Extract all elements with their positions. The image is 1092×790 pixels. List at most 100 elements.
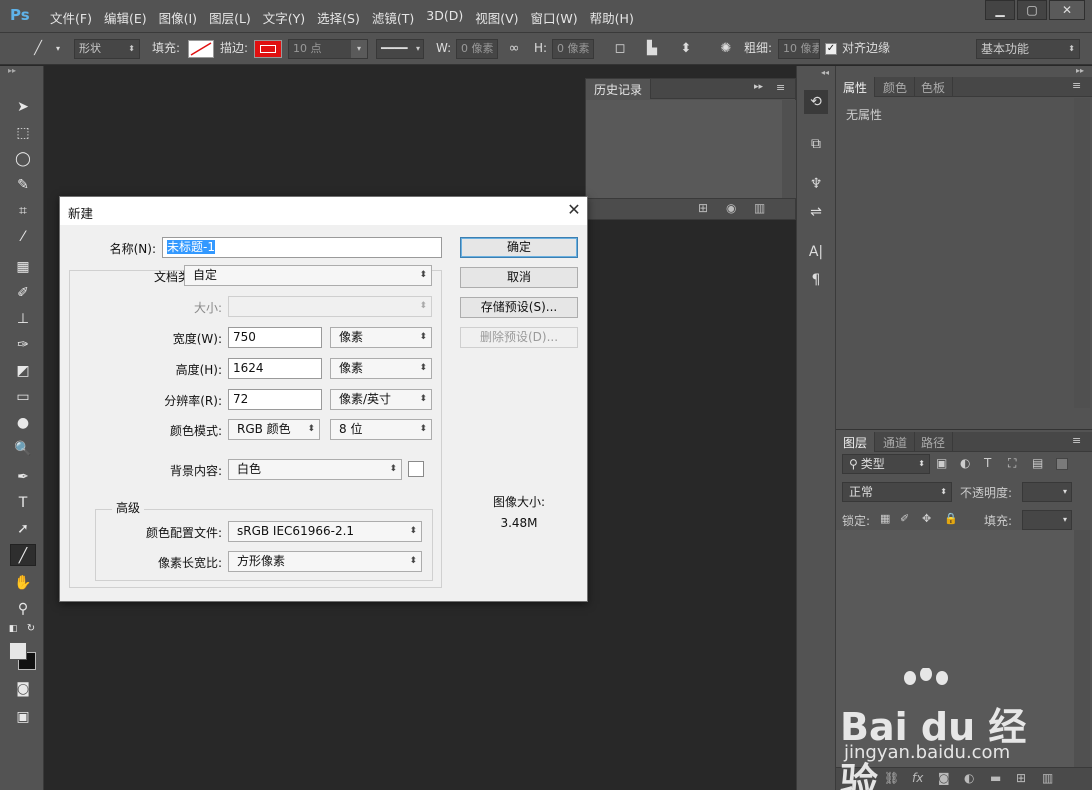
- lasso-tool-icon[interactable]: ◯: [10, 148, 36, 170]
- screen-mode-icon[interactable]: ▣: [10, 706, 36, 728]
- path-alignment-icon[interactable]: ▙: [642, 40, 662, 58]
- quick-mask-icon[interactable]: ◙: [10, 678, 36, 700]
- menu-edit[interactable]: 编辑(E): [98, 8, 153, 27]
- menu-type[interactable]: 文字(Y): [257, 8, 311, 27]
- color-profile-select[interactable]: sRGB IEC61966-2.1 ⬍: [228, 521, 422, 542]
- tab-paths[interactable]: 路径: [914, 432, 954, 452]
- move-tool-icon[interactable]: ➤: [10, 96, 36, 118]
- menu-file[interactable]: 文件(F): [44, 8, 98, 27]
- menu-view[interactable]: 视图(V): [469, 8, 524, 27]
- filter-shape-icon[interactable]: ⛶: [1008, 456, 1016, 471]
- props-collapse-icon[interactable]: ▸▸: [1076, 66, 1084, 75]
- actions-panel-icon[interactable]: ⧉: [804, 132, 828, 156]
- character-panel-icon[interactable]: A|: [804, 240, 828, 264]
- width-unit-select[interactable]: 像素 ⬍: [330, 327, 432, 348]
- lock-all-icon[interactable]: 🔒: [944, 512, 958, 525]
- blur-tool-icon[interactable]: ●: [10, 412, 36, 434]
- adjustments-icon[interactable]: ⇌: [804, 200, 828, 224]
- maximize-button[interactable]: ▢: [1017, 0, 1047, 20]
- fill-input[interactable]: ▾: [1022, 510, 1072, 530]
- tab-layers[interactable]: 图层: [836, 432, 876, 452]
- menu-image[interactable]: 图像(I): [153, 8, 203, 27]
- close-icon[interactable]: ✕: [564, 200, 584, 220]
- paragraph-panel-icon[interactable]: ¶: [804, 268, 828, 292]
- mode-select[interactable]: 形状 ⬍: [74, 39, 140, 59]
- swap-colors-icon[interactable]: ↻: [24, 622, 38, 636]
- gradient-tool-icon[interactable]: ▭: [10, 386, 36, 408]
- filter-smart-object-icon[interactable]: ▤: [1032, 456, 1043, 470]
- gear-icon[interactable]: ✺: [716, 40, 736, 58]
- healing-brush-tool-icon[interactable]: ▦: [10, 256, 36, 278]
- layers-scrollbar[interactable]: [1074, 530, 1090, 767]
- minimize-button[interactable]: ▁: [985, 0, 1015, 20]
- background-color-swatch[interactable]: [408, 461, 424, 477]
- dodge-tool-icon[interactable]: 🔍: [10, 438, 36, 460]
- menu-select[interactable]: 选择(S): [311, 8, 366, 27]
- history-brush-tool-icon[interactable]: ✑: [10, 334, 36, 356]
- height-input[interactable]: 1624: [228, 358, 322, 379]
- lock-position-icon[interactable]: ✥: [922, 512, 931, 525]
- tab-properties[interactable]: 属性: [836, 77, 876, 97]
- stroke-type-select[interactable]: ━━━━ ▾: [376, 39, 424, 59]
- tab-color[interactable]: 颜色: [876, 77, 916, 97]
- history-scrollbar[interactable]: [782, 100, 796, 198]
- weight-input[interactable]: 10 像素: [778, 39, 820, 59]
- panel-menu-icon[interactable]: ≡: [776, 81, 785, 94]
- menu-filter[interactable]: 滤镜(T): [366, 8, 420, 27]
- delete-layer-icon[interactable]: ▥: [1042, 771, 1053, 785]
- tool-preset-dropdown-icon[interactable]: ▾: [48, 40, 68, 58]
- save-preset-button[interactable]: 存储预设(S)...: [460, 297, 578, 318]
- brush-presets-icon[interactable]: ♆: [804, 172, 828, 196]
- filter-toggle[interactable]: [1056, 458, 1068, 470]
- crop-tool-icon[interactable]: ⌗: [10, 200, 36, 222]
- marquee-tool-icon[interactable]: ⬚: [10, 122, 36, 144]
- path-operations-icon[interactable]: ◻: [610, 40, 630, 58]
- stroke-swatch[interactable]: [254, 40, 282, 58]
- menu-help[interactable]: 帮助(H): [584, 8, 640, 27]
- height-input[interactable]: 0 像素: [552, 39, 594, 59]
- brush-tool-icon[interactable]: ✐: [10, 282, 36, 304]
- blend-mode-select[interactable]: 正常 ⬍: [842, 482, 952, 502]
- default-colors-icon[interactable]: ◧: [6, 622, 20, 636]
- filter-pixel-icon[interactable]: ▣: [936, 456, 947, 470]
- toolbar-collapse-icon[interactable]: ▸▸: [0, 66, 43, 78]
- foreground-color-swatch[interactable]: [9, 642, 27, 660]
- eyedropper-tool-icon[interactable]: ⁄: [10, 226, 36, 248]
- type-tool-icon[interactable]: T: [10, 492, 36, 514]
- lock-transparent-icon[interactable]: ▦: [880, 512, 890, 525]
- tab-channels[interactable]: 通道: [876, 432, 916, 452]
- new-document-from-state-icon[interactable]: ⊞: [698, 201, 708, 215]
- layers-menu-icon[interactable]: ≡: [1072, 434, 1081, 447]
- menu-window[interactable]: 窗口(W): [525, 8, 584, 27]
- workspace-select[interactable]: 基本功能 ⬍: [976, 39, 1080, 59]
- tab-swatches[interactable]: 色板: [914, 77, 954, 97]
- eraser-tool-icon[interactable]: ◩: [10, 360, 36, 382]
- menu-layer[interactable]: 图层(L): [203, 8, 257, 27]
- stamp-tool-icon[interactable]: ⊥: [10, 308, 36, 330]
- pen-tool-icon[interactable]: ✒: [10, 466, 36, 488]
- camera-icon[interactable]: ◉: [726, 201, 736, 215]
- fill-swatch[interactable]: [188, 40, 214, 58]
- ok-button[interactable]: 确定: [460, 237, 578, 258]
- panel-expand-icon[interactable]: ▸▸: [754, 82, 763, 92]
- properties-scrollbar[interactable]: [1074, 98, 1090, 408]
- hand-tool-icon[interactable]: ✋: [10, 572, 36, 594]
- filter-adjustment-icon[interactable]: ◐: [960, 456, 970, 470]
- history-list[interactable]: [586, 100, 782, 198]
- close-window-button[interactable]: ✕: [1049, 0, 1085, 20]
- bit-depth-select[interactable]: 8 位 ⬍: [330, 419, 432, 440]
- resolution-input[interactable]: 72: [228, 389, 322, 410]
- line-shape-tool-icon[interactable]: ╱: [10, 544, 36, 566]
- name-input[interactable]: 未标题-1: [162, 237, 442, 258]
- filter-type-icon[interactable]: T: [984, 456, 991, 470]
- width-input[interactable]: 0 像素: [456, 39, 498, 59]
- history-panel-icon[interactable]: ⟲: [804, 90, 828, 114]
- dock-collapse-icon[interactable]: ◂◂: [821, 68, 829, 77]
- menu-3d[interactable]: 3D(D): [420, 8, 469, 27]
- preset-select[interactable]: 自定 ⬍: [184, 265, 432, 286]
- width-input[interactable]: 750: [228, 327, 322, 348]
- stroke-size-input[interactable]: 10 点 ▾: [288, 39, 368, 59]
- pixel-aspect-select[interactable]: 方形像素 ⬍: [228, 551, 422, 572]
- link-icon[interactable]: ∞: [504, 40, 524, 58]
- color-mode-select[interactable]: RGB 颜色 ⬍: [228, 419, 320, 440]
